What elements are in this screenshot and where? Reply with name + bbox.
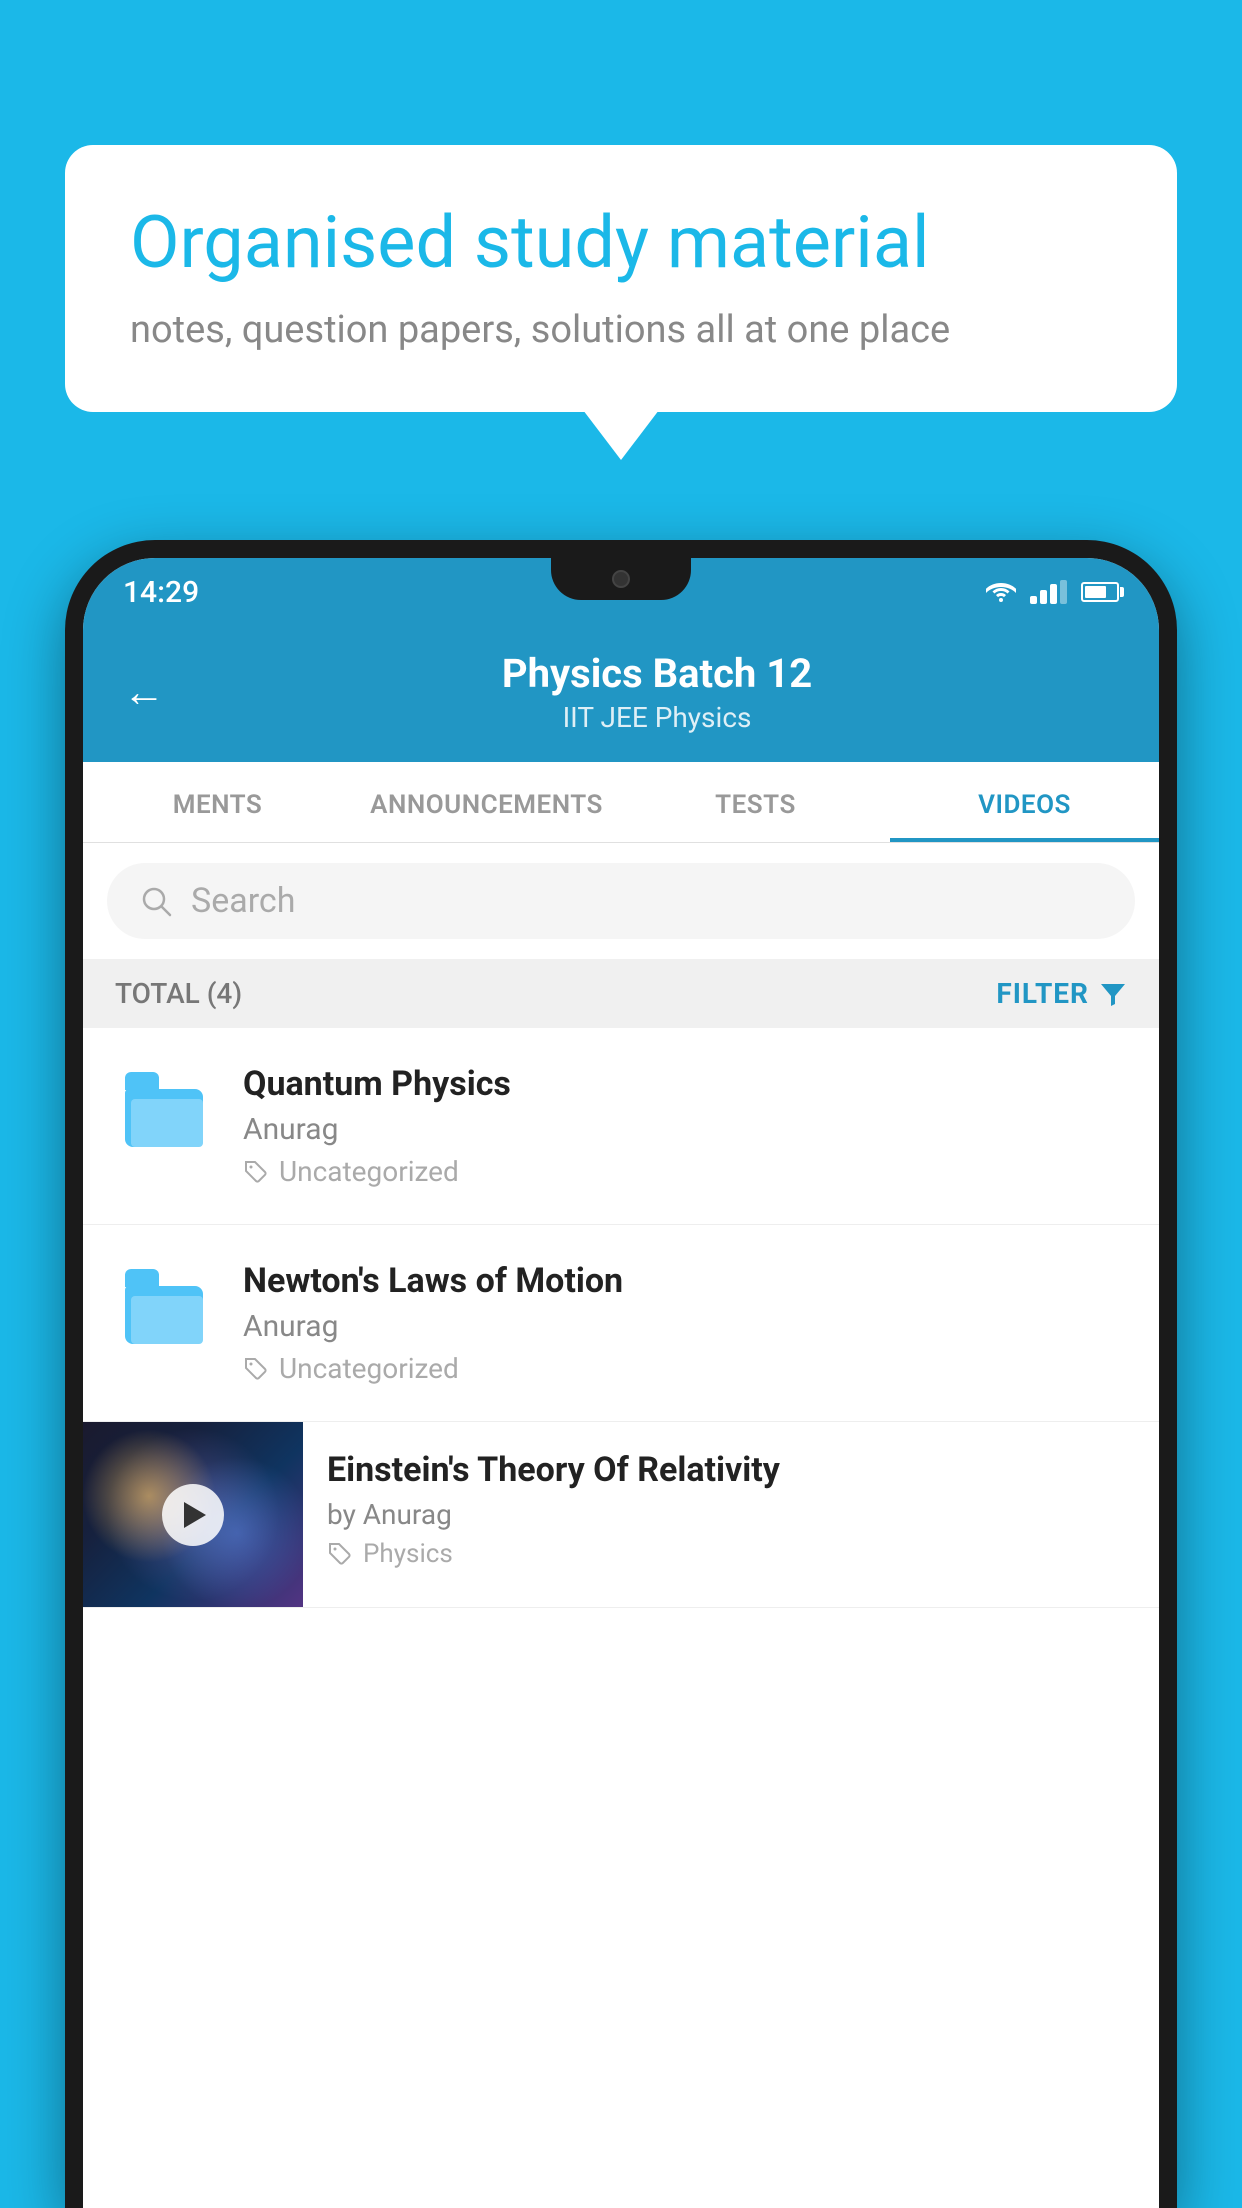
- app-header: ← Physics Batch 12 IIT JEE Physics: [83, 626, 1159, 762]
- folder-thumbnail: [115, 1064, 215, 1154]
- tag-icon: [243, 1356, 269, 1382]
- video-author: by Anurag: [327, 1498, 1131, 1531]
- folder-thumbnail: [115, 1261, 215, 1351]
- status-bar: 14:29: [83, 558, 1159, 626]
- filter-bar: TOTAL (4) FILTER: [83, 959, 1159, 1028]
- video-info: Newton's Laws of Motion Anurag Uncategor…: [243, 1261, 1127, 1385]
- folder-icon: [125, 1269, 205, 1344]
- time-display: 14:29: [123, 575, 199, 610]
- batch-title: Physics Batch 12: [195, 650, 1119, 697]
- video-author: Anurag: [243, 1309, 1127, 1344]
- signal-icon: [1030, 580, 1067, 604]
- total-count: TOTAL (4): [115, 977, 242, 1010]
- batch-subtitle: IIT JEE Physics: [195, 701, 1119, 734]
- video-list: Quantum Physics Anurag Uncategorized: [83, 1028, 1159, 2208]
- battery-icon: [1081, 582, 1119, 602]
- video-info: Quantum Physics Anurag Uncategorized: [243, 1064, 1127, 1188]
- video-info: Einstein's Theory Of Relativity by Anura…: [303, 1422, 1159, 1597]
- folder-icon: [125, 1072, 205, 1147]
- list-item[interactable]: Quantum Physics Anurag Uncategorized: [83, 1028, 1159, 1225]
- video-title: Quantum Physics: [243, 1064, 1127, 1104]
- tab-videos[interactable]: VIDEOS: [890, 762, 1159, 842]
- tag-text: Uncategorized: [279, 1352, 459, 1385]
- filter-icon: [1099, 980, 1127, 1008]
- bubble-title: Organised study material: [130, 200, 1112, 286]
- status-icons: [986, 580, 1119, 604]
- header-title-block: Physics Batch 12 IIT JEE Physics: [195, 650, 1119, 734]
- filter-label: FILTER: [996, 977, 1089, 1010]
- list-item[interactable]: Einstein's Theory Of Relativity by Anura…: [83, 1422, 1159, 1608]
- search-box[interactable]: Search: [107, 863, 1135, 939]
- video-title: Newton's Laws of Motion: [243, 1261, 1127, 1301]
- tab-ments[interactable]: MENTS: [83, 762, 352, 842]
- tag-text: Physics: [363, 1539, 453, 1569]
- search-container: Search: [83, 843, 1159, 959]
- tab-announcements[interactable]: ANNOUNCEMENTS: [352, 762, 621, 842]
- phone-screen: 14:29 ←: [83, 558, 1159, 2208]
- play-button[interactable]: [162, 1484, 224, 1546]
- tag-icon: [327, 1541, 353, 1567]
- phone-frame: 14:29 ←: [65, 540, 1177, 2208]
- tag-text: Uncategorized: [279, 1155, 459, 1188]
- filter-button[interactable]: FILTER: [996, 977, 1127, 1010]
- search-placeholder: Search: [191, 881, 295, 921]
- video-tag: Uncategorized: [243, 1155, 1127, 1188]
- play-icon: [184, 1502, 206, 1528]
- bubble-subtitle: notes, question papers, solutions all at…: [130, 308, 1112, 352]
- video-author: Anurag: [243, 1112, 1127, 1147]
- speech-bubble-card: Organised study material notes, question…: [65, 145, 1177, 412]
- camera: [612, 570, 630, 588]
- wifi-icon: [986, 580, 1016, 604]
- notch: [551, 558, 691, 600]
- back-button[interactable]: ←: [123, 668, 165, 717]
- video-thumbnail: [83, 1422, 303, 1607]
- video-tag: Physics: [327, 1539, 1131, 1569]
- video-title: Einstein's Theory Of Relativity: [327, 1450, 1131, 1490]
- list-item[interactable]: Newton's Laws of Motion Anurag Uncategor…: [83, 1225, 1159, 1422]
- tabs-bar: MENTS ANNOUNCEMENTS TESTS VIDEOS: [83, 762, 1159, 843]
- search-icon: [139, 884, 173, 918]
- video-tag: Uncategorized: [243, 1352, 1127, 1385]
- tab-tests[interactable]: TESTS: [621, 762, 890, 842]
- tag-icon: [243, 1159, 269, 1185]
- promo-section: Organised study material notes, question…: [65, 145, 1177, 412]
